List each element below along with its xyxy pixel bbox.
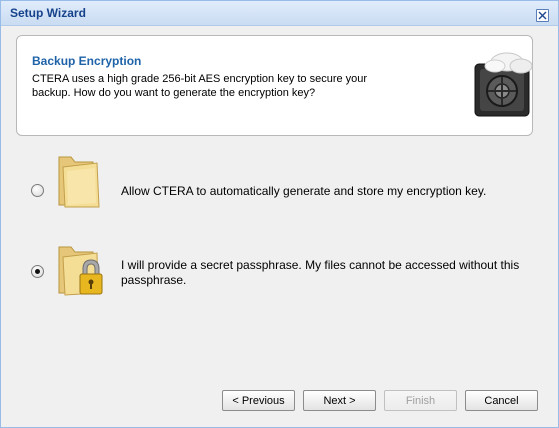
next-button[interactable]: Next > [303,390,376,411]
header-description: CTERA uses a high grade 256-bit AES encr… [32,73,368,99]
previous-button[interactable]: < Previous [222,390,295,411]
option-auto-generate-label: Allow CTERA to automatically generate an… [121,184,487,198]
radio-auto-generate[interactable] [31,184,44,197]
cloud-safe-icon [474,52,533,117]
option-auto-generate[interactable]: Allow CTERA to automatically generate an… [31,153,531,209]
close-icon [538,11,547,20]
header-panel: Backup Encryption CTERA uses a high grad… [16,35,533,136]
title-bar: Setup Wizard [1,1,558,26]
radio-passphrase[interactable] [31,265,44,278]
folder-icon [58,156,100,208]
close-button[interactable] [536,9,549,22]
option-passphrase-label: I will provide a secret passphrase. My f… [121,258,520,287]
header-title: Backup Encryption [32,54,142,68]
finish-button[interactable]: Finish [384,390,457,411]
setup-wizard-window: Setup Wizard Backup Encryption CTERA use… [0,0,559,428]
cancel-button[interactable]: Cancel [465,390,538,411]
window-title: Setup Wizard [10,6,86,20]
option-passphrase[interactable]: I will provide a secret passphrase. My f… [31,243,531,299]
locked-folder-icon [58,246,103,296]
